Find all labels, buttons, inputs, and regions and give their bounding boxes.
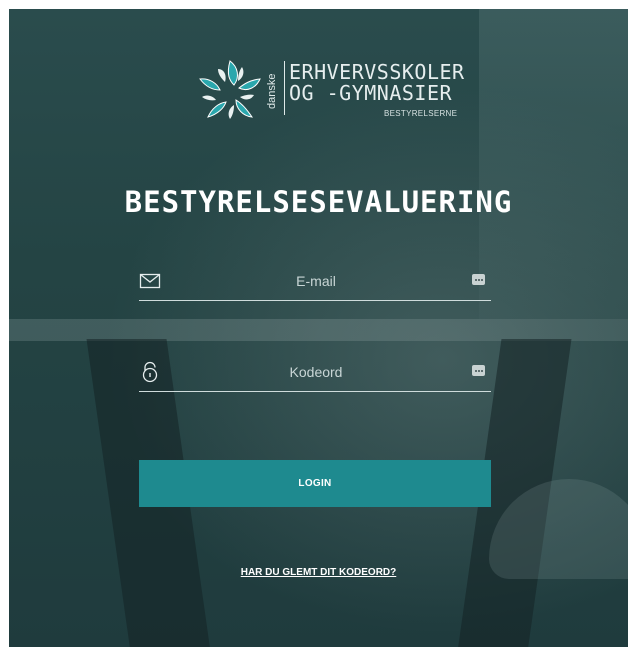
background-window [479, 9, 628, 319]
password-field[interactable] [169, 357, 463, 387]
logo-line-3: BESTYRELSERNE [384, 109, 458, 118]
password-field-row [139, 353, 491, 392]
more-dots-icon[interactable] [472, 365, 485, 376]
envelope-icon [139, 273, 161, 289]
email-field[interactable] [169, 266, 463, 296]
star-burst-logo-icon [199, 60, 261, 119]
login-button[interactable]: LOGIN [139, 460, 491, 507]
forgot-password-link[interactable]: HAR DU GLEMT DIT KODEORD? [9, 567, 628, 578]
padlock-icon [142, 361, 158, 383]
email-field-row [139, 262, 491, 301]
organization-logo: danske ERHVERVSSKOLER OG -GYMNASIER BEST… [194, 55, 464, 125]
login-panel: danske ERHVERVSSKOLER OG -GYMNASIER BEST… [9, 9, 628, 647]
background-table [9, 319, 628, 341]
page-title: BESTYRELSESEVALUERING [124, 185, 513, 219]
logo-line-2: OG -GYMNASIER [289, 81, 453, 105]
logo-danske-text: danske [266, 73, 278, 109]
background-chair [489, 479, 628, 579]
logo-divider [284, 61, 285, 115]
logo-line-1: ERHVERVSSKOLER [289, 60, 465, 84]
more-dots-icon[interactable] [472, 274, 485, 285]
